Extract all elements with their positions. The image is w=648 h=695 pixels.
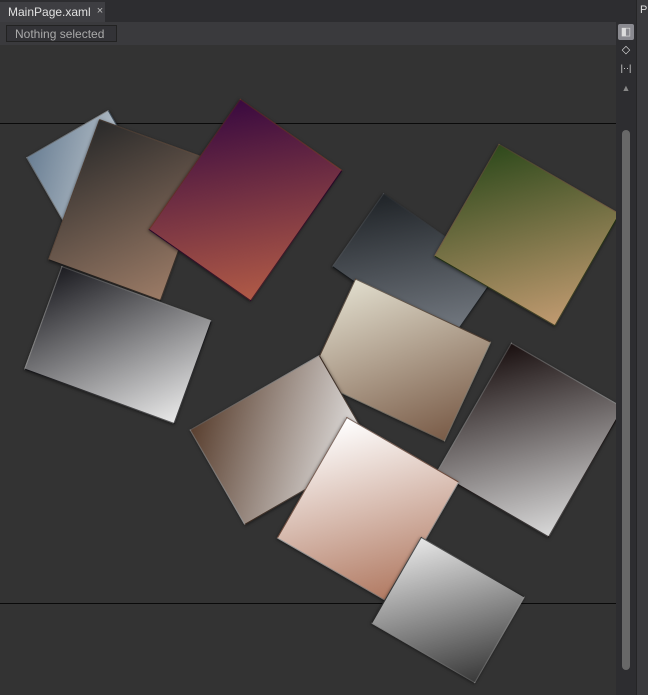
- photo-3[interactable]: [147, 98, 343, 302]
- selection-breadcrumb[interactable]: Nothing selected: [6, 25, 117, 42]
- panel-label: P: [640, 4, 648, 16]
- artboard-overlay-icon[interactable]: ◧: [618, 24, 634, 40]
- document-tab-bar: MainPage.xaml ×: [0, 0, 616, 22]
- code-toggle-icon[interactable]: ◇: [618, 42, 634, 58]
- properties-panel-edge: P: [636, 0, 648, 695]
- close-icon[interactable]: ×: [97, 5, 103, 19]
- tab-mainpage[interactable]: MainPage.xaml ×: [0, 2, 105, 22]
- design-surface[interactable]: [0, 45, 616, 695]
- fit-width-icon[interactable]: |··|: [618, 60, 634, 76]
- artboard-bottom-edge: [0, 603, 616, 604]
- photo-4[interactable]: [24, 265, 212, 425]
- designer-toolbar: Nothing selected: [0, 22, 616, 45]
- scroll-up-arrow-icon[interactable]: ▲: [618, 80, 634, 96]
- tab-label: MainPage.xaml: [8, 5, 91, 19]
- vertical-scrollbar-thumb[interactable]: [622, 130, 630, 670]
